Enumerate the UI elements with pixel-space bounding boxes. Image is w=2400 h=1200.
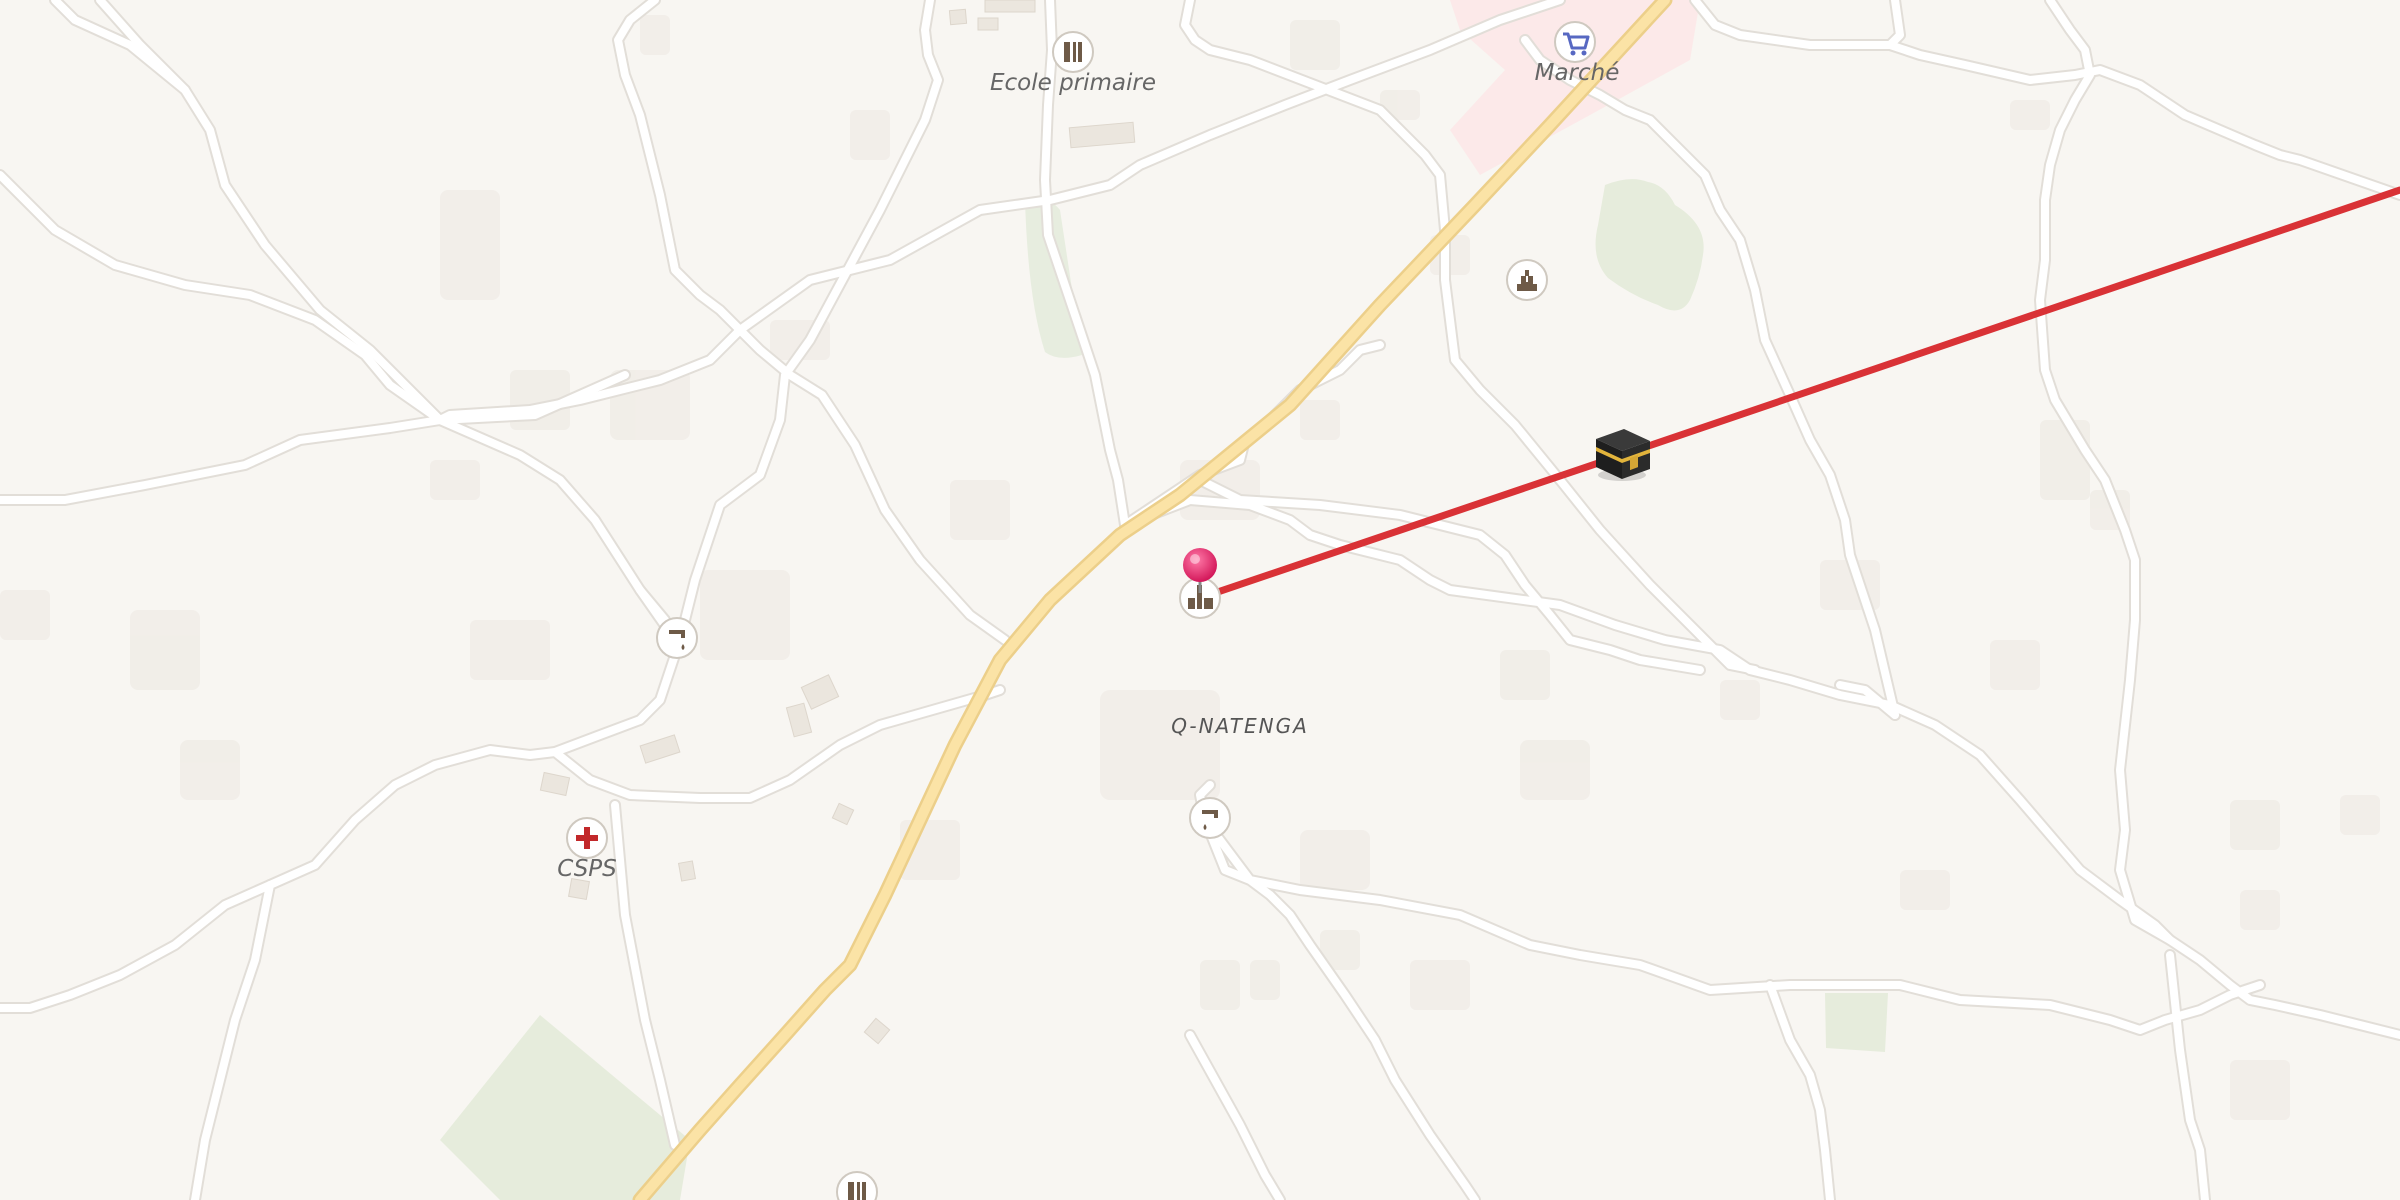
shopping-cart-icon[interactable] (1554, 21, 1596, 63)
label-csps: CSPS (557, 856, 617, 882)
green-area (1825, 993, 1888, 1052)
label-ecole-primaire: Ecole primaire (990, 70, 1156, 96)
label-q-natenga: Q-NATENGA (1171, 714, 1309, 738)
school-icon[interactable] (1052, 31, 1094, 73)
map-canvas[interactable]: Ecole primaire Marché CSPS Q-NATENGA (0, 0, 2400, 1200)
water-tap-icon[interactable] (656, 617, 698, 659)
monument-icon[interactable] (1506, 259, 1548, 301)
health-cross-icon[interactable] (566, 817, 608, 859)
label-marche: Marché (1535, 60, 1620, 86)
water-tap-icon[interactable] (1189, 797, 1231, 839)
